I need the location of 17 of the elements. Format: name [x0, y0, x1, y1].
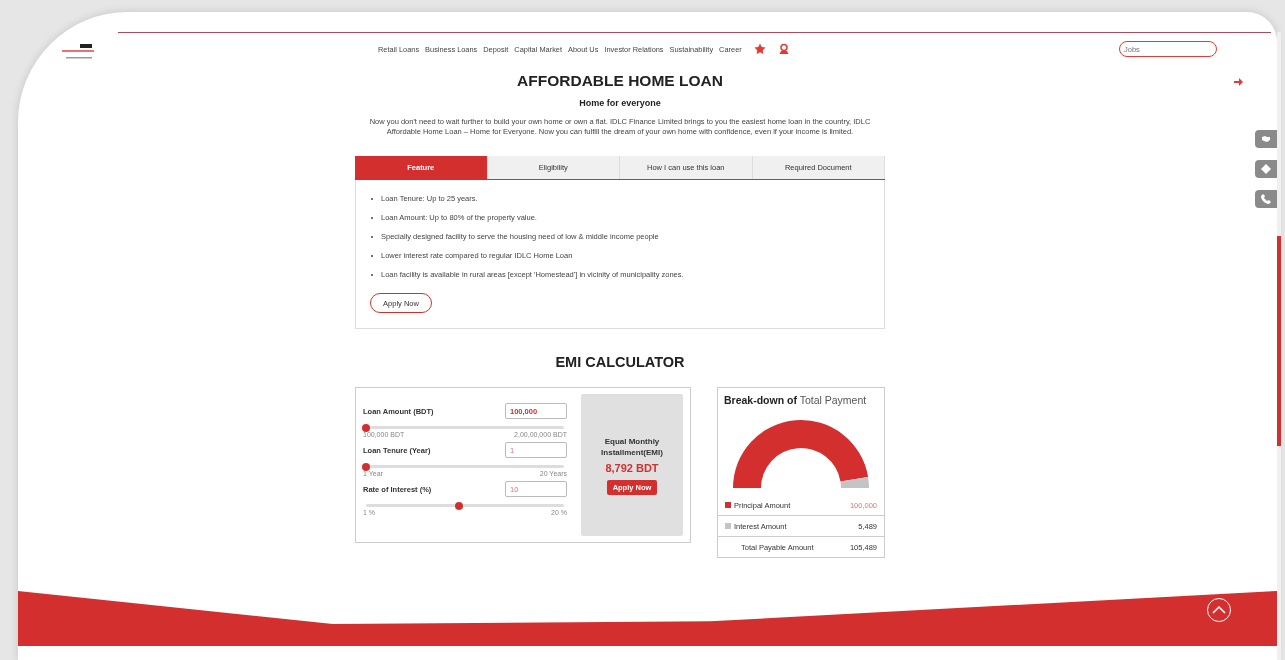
page-subtitle: Home for everyone — [579, 98, 661, 108]
slider-thumb[interactable] — [362, 423, 370, 432]
section-title: EMI CALCULATOR — [555, 354, 685, 370]
page-title: AFFORDABLE HOME LOAN — [517, 72, 723, 90]
slider-thumb[interactable] — [455, 501, 464, 510]
tag-icon[interactable] — [1255, 160, 1277, 178]
location-pin-icon[interactable] — [777, 43, 790, 55]
arrow-right-icon[interactable] — [1233, 77, 1243, 87]
slider-thumb[interactable] — [362, 462, 370, 471]
phone-icon[interactable] — [1255, 190, 1277, 208]
emi-label: Equal Monthly Installment(EMI) — [600, 435, 664, 458]
scrollbar[interactable] — [1277, 32, 1281, 660]
chevron-up-icon — [1212, 606, 1226, 614]
star-icon[interactable] — [753, 43, 766, 55]
breakdown-title: Break-down of Total Payment — [723, 394, 868, 406]
slider-track[interactable] — [366, 504, 564, 507]
emi-amount: 8,792 BDT — [605, 461, 659, 474]
